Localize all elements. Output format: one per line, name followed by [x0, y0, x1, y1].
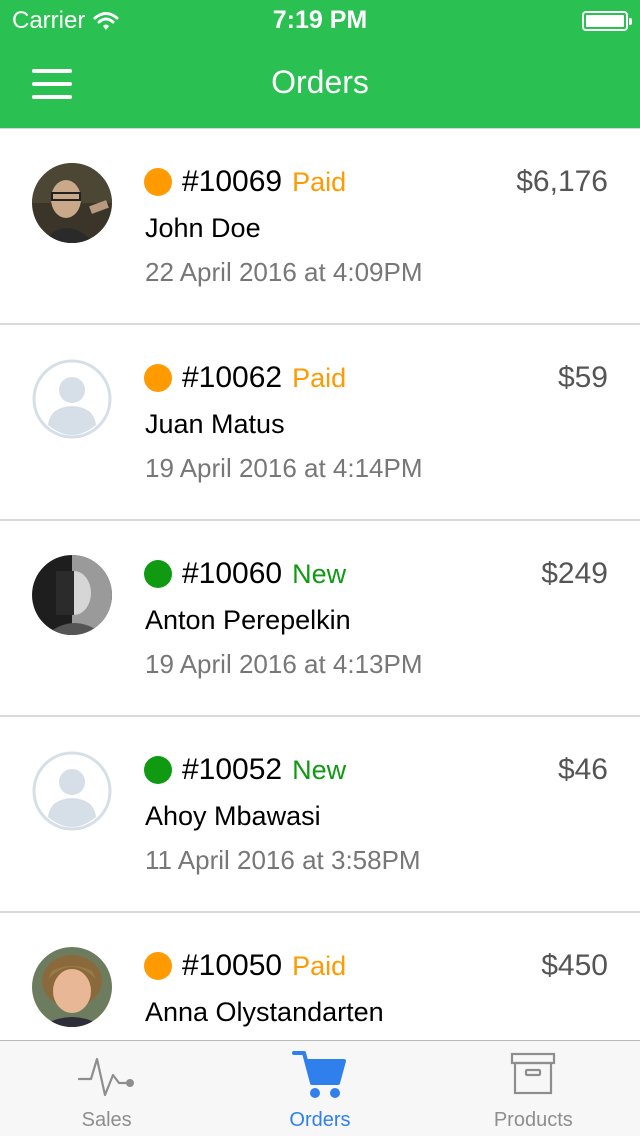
order-status-badge: Paid — [292, 950, 347, 981]
order-header: #10052 New — [144, 753, 346, 787]
order-header: #10069 Paid — [144, 165, 346, 199]
order-header: #10050 Paid — [144, 949, 346, 983]
tab-label: Orders — [289, 1109, 351, 1131]
order-number: #10050 — [182, 949, 283, 982]
order-row[interactable]: #10050 Paid $450 Anna Olystandarten — [0, 913, 640, 1040]
customer-avatar — [32, 163, 112, 243]
order-row[interactable]: #10062 Paid $59 Juan Matus 19 April 2016 at … — [0, 325, 640, 521]
orders-list[interactable]: #10069 Paid $6,176 John Doe 22 April 2016 at… — [0, 128, 640, 1040]
navigation-bar: Orders — [0, 40, 640, 128]
page-title: Orders — [271, 64, 369, 100]
customer-name: Anna Olystandarten — [145, 997, 384, 1027]
status-bar: Carrier 7:19 PM — [0, 0, 640, 40]
order-number: #10062 — [182, 361, 283, 394]
order-date: 19 April 2016 at 4:13PM — [145, 649, 423, 679]
customer-avatar — [32, 947, 112, 1027]
tab-bar: Sales Orders Products — [0, 1040, 640, 1136]
customer-name: Juan Matus — [145, 409, 285, 439]
order-amount: $46 — [557, 753, 608, 786]
order-header: #10060 New — [144, 557, 346, 591]
battery-icon — [582, 11, 632, 31]
status-dot-icon — [144, 756, 172, 784]
order-row[interactable]: #10069 Paid $6,176 John Doe 22 April 2016 at… — [0, 129, 640, 325]
order-row[interactable]: #10052 New $46 Ahoy Mbawasi 11 April 2016 at… — [0, 717, 640, 913]
customer-name: Anton Perepelkin — [145, 605, 351, 635]
status-time: 7:19 PM — [272, 6, 368, 34]
order-status-badge: New — [292, 754, 347, 785]
order-amount: $6,176 — [516, 165, 608, 198]
cart-icon — [291, 1049, 348, 1106]
tab-sales[interactable]: Sales — [0, 1041, 213, 1136]
tab-products[interactable]: Products — [427, 1041, 640, 1136]
customer-avatar — [32, 555, 112, 635]
pulse-icon — [77, 1049, 137, 1106]
order-date: 19 April 2016 at 4:14PM — [145, 453, 423, 483]
status-dot-icon — [144, 168, 172, 196]
order-status-badge: New — [292, 558, 347, 589]
tab-label: Sales — [81, 1109, 132, 1131]
customer-avatar — [32, 751, 112, 831]
order-header: #10062 Paid — [144, 361, 346, 395]
status-dot-icon — [144, 952, 172, 980]
customer-name: Ahoy Mbawasi — [145, 801, 321, 831]
order-status-badge: Paid — [292, 166, 347, 197]
order-status-badge: Paid — [292, 362, 347, 393]
customer-avatar — [32, 359, 112, 439]
order-number: #10069 — [182, 165, 283, 198]
order-row[interactable]: #10060 New $249 Anton Perepelkin 19 April 20… — [0, 521, 640, 717]
order-amount: $450 — [541, 949, 608, 982]
order-number: #10060 — [182, 557, 283, 590]
order-date: 22 April 2016 at 4:09PM — [145, 257, 423, 287]
status-dot-icon — [144, 560, 172, 588]
order-date: 11 April 2016 at 3:58PM — [145, 845, 421, 875]
order-number: #10052 — [182, 753, 283, 786]
status-dot-icon — [144, 364, 172, 392]
order-amount: $59 — [557, 361, 608, 394]
order-amount: $249 — [541, 557, 608, 590]
tab-orders[interactable]: Orders — [213, 1041, 426, 1136]
customer-name: John Doe — [145, 213, 261, 243]
tab-label: Products — [493, 1109, 573, 1131]
app-header: Carrier 7:19 PM Orders — [0, 0, 640, 128]
archive-box-icon — [509, 1049, 557, 1102]
